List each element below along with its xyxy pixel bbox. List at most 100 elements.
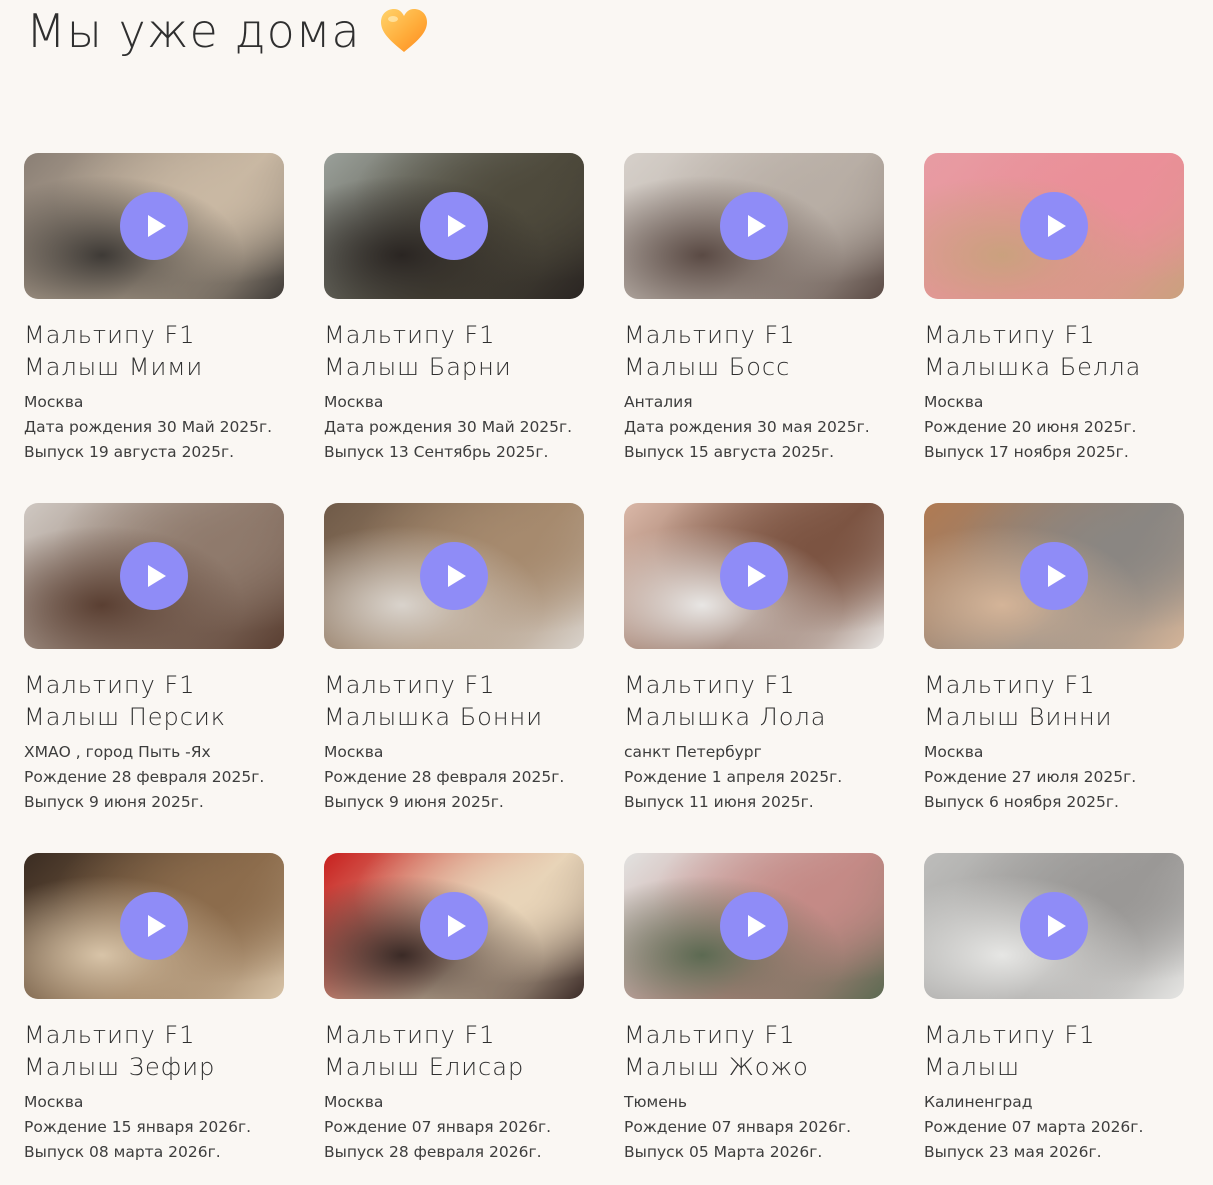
play-button[interactable] [1020,542,1088,610]
video-thumbnail[interactable] [324,853,584,999]
puppy-breed: Мальтипу F1 [24,671,196,699]
puppy-info: санкт Петербург Рождение 1 апреля 2025г. В… [624,740,884,815]
puppy-city: ХМАО , город Пыть -Ях [24,743,211,761]
puppy-city: Москва [324,393,384,411]
play-icon [147,215,166,237]
puppy-name: Малыш Винни [924,703,1113,731]
play-icon [447,215,466,237]
puppy-release: Выпуск 17 ноября 2025г. [924,443,1129,461]
play-button[interactable] [120,192,188,260]
puppy-breed: Мальтипу F1 [624,1021,796,1049]
video-thumbnail[interactable] [924,503,1184,649]
puppy-breed: Мальтипу F1 [324,321,496,349]
video-thumbnail[interactable] [624,503,884,649]
puppy-city: Москва [324,1093,384,1111]
puppy-card: Мальтипу F1 Малыш Мими Москва Дата рождения… [24,153,284,503]
puppy-name: Малыш Зефир [24,1053,216,1081]
puppy-breed: Мальтипу F1 [924,1021,1096,1049]
puppy-breed: Мальтипу F1 [24,1021,196,1049]
play-button[interactable] [420,542,488,610]
puppy-card: Мальтипу F1 Малыш Персик ХМАО , город Пыть… [24,503,284,853]
puppy-breed: Мальтипу F1 [324,671,496,699]
play-button[interactable] [120,542,188,610]
puppy-city: Москва [924,743,984,761]
play-button[interactable] [720,192,788,260]
puppy-name: Малышка Белла [924,353,1142,381]
puppy-city: Тюмень [624,1093,688,1111]
puppy-city: Калиненград [924,1093,1033,1111]
play-icon [747,215,766,237]
puppy-birth: Рождение 1 апреля 2025г. [624,768,843,786]
video-thumbnail[interactable] [924,853,1184,999]
video-thumbnail[interactable] [24,853,284,999]
video-thumbnail[interactable] [24,153,284,299]
puppy-card: Мальтипу F1 Малыш Босс Анталия Дата рождени… [624,153,884,503]
play-button[interactable] [1020,192,1088,260]
puppy-release: Выпуск 15 августа 2025г. [624,443,835,461]
puppy-card: Мальтипу F1 Малыш Калиненград Рождение 07 м… [924,853,1184,1185]
puppy-birth: Рождение 07 января 2026г. [624,1118,852,1136]
puppy-birth: Рождение 20 июня 2025г. [924,418,1137,436]
puppy-info: Москва Рождение 28 февраля 2025г. Выпуск 9… [324,740,584,815]
puppy-birth: Рождение 28 февраля 2025г. [324,768,565,786]
puppy-info: Анталия Дата рождения 30 мая 2025г. Выпуск… [624,390,884,465]
puppy-city: Москва [24,1093,84,1111]
page-title-text: Мы уже дома [26,4,361,58]
play-icon [147,915,166,937]
puppy-card: Мальтипу F1 Малыш Винни Москва Рождение 27 … [924,503,1184,853]
puppy-info: ХМАО , город Пыть -Ях Рождение 28 февраля… [24,740,284,815]
puppy-birth: Дата рождения 30 мая 2025г. [624,418,870,436]
puppy-info: Москва Дата рождения 30 Май 2025г. Выпуск … [24,390,284,465]
play-button[interactable] [720,542,788,610]
play-button[interactable] [120,892,188,960]
puppy-card: Мальтипу F1 Малыш Зефир Москва Рождение 15 … [24,853,284,1185]
puppy-breed: Мальтипу F1 [24,321,196,349]
orange-heart-icon [380,9,427,52]
puppy-city: Москва [24,393,84,411]
puppy-birth: Рождение 07 января 2026г. [324,1118,552,1136]
puppy-card: Мальтипу F1 Малышка Лола санкт Петербург Ро… [624,503,884,853]
puppy-release: Выпуск 08 марта 2026г. [24,1143,221,1161]
puppy-name: Малыш Босс [624,353,791,381]
puppy-breed: Мальтипу F1 [924,671,1096,699]
puppy-city: Анталия [624,393,693,411]
puppy-release: Выпуск 6 ноября 2025г. [924,793,1119,811]
play-button[interactable] [1020,892,1088,960]
video-thumbnail[interactable] [24,503,284,649]
play-icon [747,565,766,587]
puppy-release: Выпуск 11 июня 2025г. [624,793,814,811]
puppy-birth: Рождение 15 января 2026г. [24,1118,252,1136]
puppy-birth: Рождение 28 февраля 2025г. [24,768,265,786]
play-icon [447,565,466,587]
puppy-grid: Мальтипу F1 Малыш Мими Москва Дата рождения… [24,153,1184,1185]
puppy-name: Малыш Елисар [324,1053,525,1081]
puppy-release: Выпуск 9 июня 2025г. [324,793,504,811]
puppy-city: Москва [924,393,984,411]
puppy-info: Москва Дата рождения 30 Май 2025г. Выпуск … [324,390,584,465]
play-button[interactable] [720,892,788,960]
video-thumbnail[interactable] [624,853,884,999]
video-thumbnail[interactable] [924,153,1184,299]
puppy-birth: Дата рождения 30 Май 2025г. [24,418,273,436]
puppy-info: Москва Рождение 20 июня 2025г. Выпуск 17 н… [924,390,1184,465]
puppy-birth: Рождение 07 марта 2026г. [924,1118,1144,1136]
puppy-info: Тюмень Рождение 07 января 2026г. Выпуск 05… [624,1090,884,1165]
puppy-release: Выпуск 23 мая 2026г. [924,1143,1102,1161]
play-button[interactable] [420,892,488,960]
play-icon [1047,915,1066,937]
puppy-name: Малыш Персик [24,703,227,731]
video-thumbnail[interactable] [624,153,884,299]
puppy-info: Москва Рождение 27 июля 2025г. Выпуск 6 но… [924,740,1184,815]
video-thumbnail[interactable] [324,153,584,299]
play-icon [747,915,766,937]
puppy-card: Мальтипу F1 Малышка Белла Москва Рождение 2… [924,153,1184,503]
puppy-breed: Мальтипу F1 [624,321,796,349]
video-thumbnail[interactable] [324,503,584,649]
puppy-release: Выпуск 19 августа 2025г. [24,443,235,461]
puppy-birth: Рождение 27 июля 2025г. [924,768,1137,786]
puppy-card: Мальтипу F1 Малыш Барни Москва Дата рождени… [324,153,584,503]
puppy-city: Москва [324,743,384,761]
puppy-breed: Мальтипу F1 [324,1021,496,1049]
play-button[interactable] [420,192,488,260]
puppy-city: санкт Петербург [624,743,762,761]
